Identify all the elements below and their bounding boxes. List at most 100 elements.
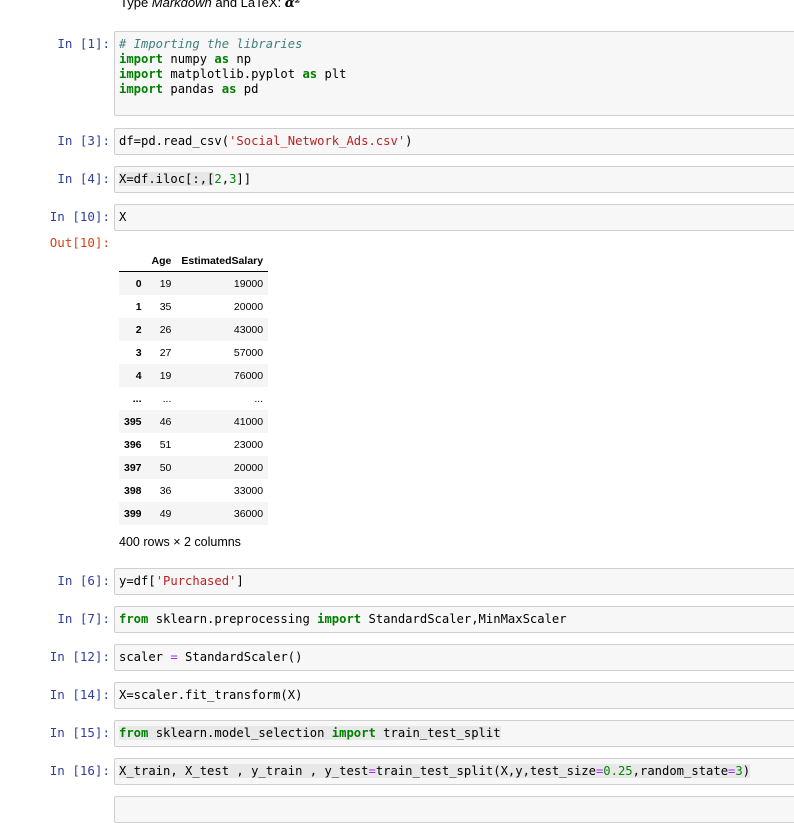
cell-salary: ... <box>254 392 264 405</box>
code-editor[interactable]: from sklearn.preprocessing import Standa… <box>114 606 794 633</box>
cell-age: 19 <box>159 277 172 290</box>
markdown-text: Type <box>120 0 152 10</box>
input-prompt: In [16]: <box>49 763 110 778</box>
code-keyword: from <box>119 612 149 626</box>
code-text: y=df[ <box>119 574 156 588</box>
code-text: df=pd.read_csv( <box>119 134 230 148</box>
code-text: ]] <box>236 172 252 186</box>
cell-age: 19 <box>159 369 172 382</box>
column-header: Age <box>146 250 177 272</box>
cell-salary: 43000 <box>233 323 264 336</box>
code-editor[interactable]: from sklearn.model_selection import trai… <box>114 720 794 747</box>
code-text: sklearn.preprocessing <box>148 612 318 626</box>
code-text: ] <box>236 574 244 588</box>
code-editor[interactable]: # Importing the libraries import numpy a… <box>114 31 794 116</box>
code-text: ) <box>405 134 413 148</box>
code-text: ) <box>742 764 751 778</box>
cell-salary: 23000 <box>233 438 264 451</box>
code-operator: = <box>170 650 178 664</box>
table-row: 2 26 43000 <box>119 318 269 341</box>
cell-salary: 76000 <box>233 369 264 382</box>
table-row: 0 19 19000 <box>119 271 269 295</box>
cell-salary: 19000 <box>233 277 264 290</box>
code-text: X <box>119 210 127 224</box>
dataframe-shape-note: 400 rows × 2 columns <box>119 535 241 549</box>
code-string: 'Social_Network_Ads.csv' <box>229 134 406 148</box>
code-text: scaler <box>119 650 171 664</box>
input-prompt: In [15]: <box>49 725 110 740</box>
output-prompt: Out[10]: <box>49 235 110 250</box>
table-row: 396 51 23000 <box>119 433 268 456</box>
table-row: 398 36 33000 <box>119 479 268 502</box>
cell-salary: 20000 <box>233 300 264 313</box>
dataframe-table: Age EstimatedSalary 0 19 19000 1 35 2000… <box>119 250 269 525</box>
latex-math: α² <box>284 0 301 11</box>
cell-age: 49 <box>159 507 172 520</box>
code-text: numpy <box>163 52 215 66</box>
code-keyword: as <box>221 82 237 96</box>
row-index: 397 <box>124 461 142 474</box>
row-index: ... <box>132 392 142 405</box>
code-number: 3 <box>735 764 743 778</box>
code-editor[interactable]: scaler = StandardScaler() <box>114 644 794 671</box>
code-text: X=scaler.fit_transform(X) <box>119 688 303 702</box>
table-row: ... ... ... <box>119 387 268 410</box>
row-index: 399 <box>124 507 142 520</box>
cell-age: 26 <box>159 323 172 336</box>
code-keyword: import <box>119 67 164 81</box>
code-editor[interactable]: X <box>114 204 794 231</box>
code-editor[interactable]: y=df['Purchased'] <box>114 568 794 595</box>
code-number: 2 <box>214 172 222 186</box>
code-text: ,random_state <box>632 764 729 778</box>
row-index: 3 <box>135 346 142 359</box>
markdown-text: and LaTeX: <box>211 0 285 10</box>
row-index: 2 <box>135 323 142 336</box>
code-editor[interactable]: X_train, X_test , y_train , y_test=train… <box>114 758 794 785</box>
code-text: X=df.iloc[:,[ <box>119 172 215 186</box>
cell-age: 50 <box>159 461 172 474</box>
code-text: train_test_split(X,y,test_size <box>375 764 596 778</box>
code-text: plt <box>317 67 347 81</box>
row-index: 0 <box>135 277 142 290</box>
code-text: sklearn.model_selection <box>148 726 332 740</box>
code-text: pd <box>236 82 259 96</box>
cell-salary: 57000 <box>233 346 264 359</box>
table-header-row: Age EstimatedSalary <box>119 250 269 272</box>
code-editor[interactable]: df=pd.read_csv('Social_Network_Ads.csv') <box>114 128 794 155</box>
code-keyword: as <box>302 67 318 81</box>
code-text: , <box>221 172 230 186</box>
table-row: 1 35 20000 <box>119 295 268 318</box>
code-keyword: import <box>119 82 164 96</box>
input-prompt: In [14]: <box>49 687 110 702</box>
cell-salary: 33000 <box>233 484 264 497</box>
code-keyword: as <box>214 52 230 66</box>
code-editor[interactable]: X=df.iloc[:,[2,3]] <box>114 166 794 193</box>
markdown-cell-text: Type Markdown and LaTeX: α² <box>120 0 300 11</box>
code-operator: = <box>368 764 376 778</box>
code-text: train_test_split <box>375 726 501 740</box>
code-editor[interactable]: X=scaler.fit_transform(X) <box>114 682 794 709</box>
code-keyword: import <box>331 726 376 740</box>
code-comment: # Importing the libraries <box>119 37 303 51</box>
code-editor[interactable] <box>114 796 794 823</box>
index-header <box>119 250 147 272</box>
table-row: 397 50 20000 <box>119 456 269 479</box>
row-index: 396 <box>124 438 142 451</box>
input-prompt: In [3]: <box>57 133 110 148</box>
row-index: 1 <box>135 300 142 313</box>
code-text: np <box>229 52 252 66</box>
input-prompt: In [1]: <box>57 36 110 51</box>
code-text: X_train, X_test , y_train , y_test <box>119 764 369 778</box>
markdown-emphasis: Markdown <box>151 0 212 10</box>
cell-age: 46 <box>159 415 172 428</box>
table-row: 395 46 41000 <box>119 410 269 433</box>
code-keyword: from <box>119 726 149 740</box>
column-header: EstimatedSalary <box>176 250 269 272</box>
table-row: 399 49 36000 <box>119 502 269 525</box>
cell-age: 35 <box>159 300 172 313</box>
code-text: pandas <box>163 82 222 96</box>
code-string: 'Purchased' <box>155 574 237 588</box>
code-keyword: import <box>317 612 362 626</box>
code-text: matplotlib.pyplot <box>163 67 303 81</box>
input-prompt: In [10]: <box>49 209 110 224</box>
